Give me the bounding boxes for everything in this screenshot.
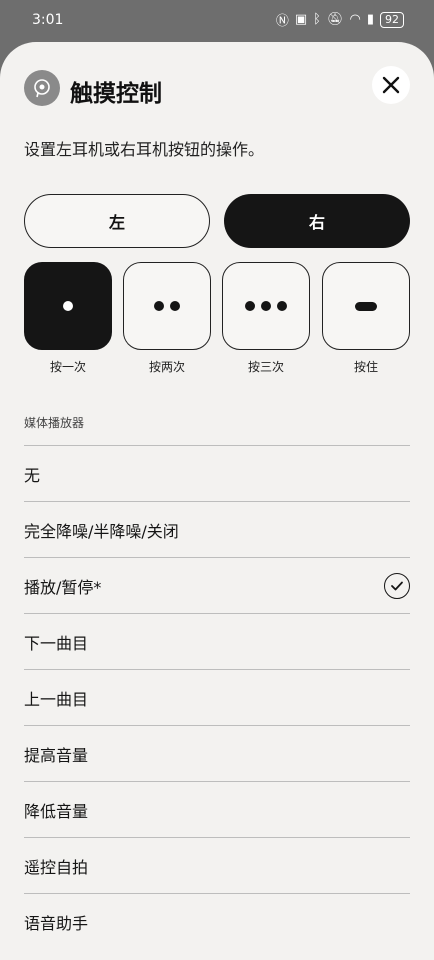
gesture-label: 按住 [353,360,378,374]
mute-icon: 🔕︎ [326,12,344,27]
battery-indicator: 92 [380,11,404,28]
status-bar: 3:01 Ⓝ ▣ ᛒ 🔕︎ ◠ ▮ 92 [0,0,434,40]
option-label: 上一曲目 [24,689,89,709]
option-remote-selfie[interactable]: 遥控自拍 [24,837,410,893]
triple-dot-icon [222,262,310,350]
earbud-side-toggle: 左 右 [24,194,410,248]
option-next-track[interactable]: 下一曲目 [24,613,410,669]
left-earbud-button[interactable]: 左 [24,194,210,248]
bar-icon [322,262,410,350]
option-label: 降低音量 [24,801,89,821]
page-title: 触摸控制 [70,81,162,107]
bluetooth-icon: ᛒ [313,12,321,27]
option-label: 下一曲目 [24,633,89,653]
gesture-selector: 按一次 按两次 按三次 按住 [24,262,410,382]
nfc-icon: Ⓝ [275,14,289,29]
close-button[interactable] [372,66,410,104]
single-dot-icon [24,262,112,350]
option-label: 完全降噪/半降噪/关闭 [24,521,179,541]
earbud-icon [24,70,60,106]
option-voice-assistant[interactable]: 语音助手 [24,893,410,949]
gesture-press-three-times[interactable]: 按三次 [222,262,310,375]
wifi-icon: ◠ [349,12,361,27]
vibrate-icon: ▣ [294,12,308,27]
gesture-label: 按三次 [247,360,284,374]
option-volume-down[interactable]: 降低音量 [24,781,410,837]
option-previous-track[interactable]: 上一曲目 [24,669,410,725]
option-volume-up[interactable]: 提高音量 [24,725,410,781]
option-label: 遥控自拍 [24,857,89,877]
option-none[interactable]: 无 [24,445,410,501]
option-label: 提高音量 [24,745,89,765]
status-time: 3:01 [32,12,64,28]
description: 设置左耳机或右耳机按钮的操作。 [24,140,265,159]
option-label: 无 [24,465,41,485]
close-icon [382,76,400,94]
signal-icon: ▮ [366,12,374,27]
check-icon [384,572,410,599]
touch-control-sheet: 触摸控制 设置左耳机或右耳机按钮的操作。 左 右 按一次 按两次 按三次 按住 … [0,42,434,960]
section-label-media-player: 媒体播放器 [24,416,85,430]
action-options-list: 无 完全降噪/半降噪/关闭 播放/暂停* 下一曲目 上一曲目 提高音量 降低音量… [24,445,410,949]
right-earbud-button[interactable]: 右 [224,194,410,248]
sheet-header: 触摸控制 [24,66,410,110]
gesture-label: 按一次 [49,360,86,374]
option-label: 播放/暂停* [24,577,102,597]
gesture-label: 按两次 [148,360,185,374]
option-play-pause[interactable]: 播放/暂停* [24,557,410,613]
gesture-press-once[interactable]: 按一次 [24,262,112,375]
gesture-press-twice[interactable]: 按两次 [123,262,211,375]
gesture-press-hold[interactable]: 按住 [322,262,410,375]
status-icons: Ⓝ ▣ ᛒ 🔕︎ ◠ ▮ 92 [276,10,404,29]
option-noise-control[interactable]: 完全降噪/半降噪/关闭 [24,501,410,557]
double-dot-icon [123,262,211,350]
option-label: 语音助手 [24,913,89,933]
